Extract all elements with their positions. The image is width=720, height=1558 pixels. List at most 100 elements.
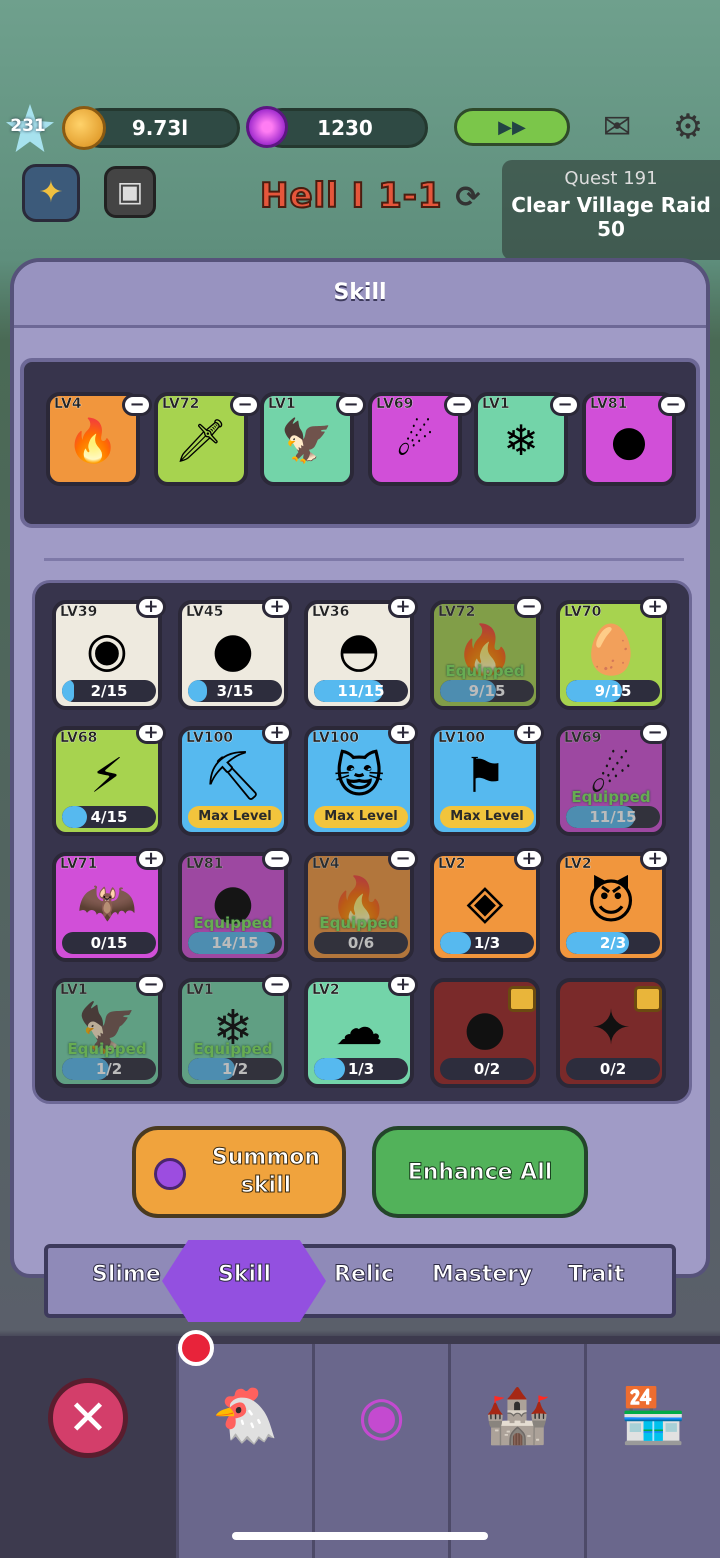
progress-bar: 11/15 — [314, 680, 408, 702]
robot-button[interactable]: ▣ — [104, 166, 156, 218]
unequip-button[interactable]: − — [336, 394, 366, 416]
progress-text: 1/3 — [347, 1060, 375, 1078]
progress-text: 9/15 — [468, 682, 506, 700]
cloud-icon: ☁ — [335, 1000, 383, 1056]
flame-sword-icon: 🗡 — [174, 416, 228, 465]
skill-level: LV72 — [438, 604, 476, 620]
progress-bar: 0/2 — [440, 1058, 534, 1080]
gem-icon — [246, 106, 288, 148]
fast-forward-icon: ▶▶ — [498, 116, 526, 138]
unequip-button[interactable]: − — [122, 394, 152, 416]
summon-gem-icon — [154, 1158, 186, 1190]
robot-icon: ▣ — [116, 175, 144, 208]
cat-slime-icon: 😺 — [333, 748, 385, 804]
equip-button[interactable]: + — [388, 722, 418, 744]
progress-text: Max Level — [324, 809, 398, 824]
unequip-button[interactable]: − — [640, 722, 670, 744]
fast-forward-button[interactable]: ▶▶ — [454, 108, 570, 146]
tab-slime[interactable]: Slime — [92, 1262, 162, 1288]
equip-button[interactable]: + — [388, 974, 418, 996]
summon-label-line1: Summon — [211, 1145, 321, 1171]
equip-button[interactable]: + — [136, 848, 166, 870]
quest-panel[interactable]: Quest 191 Clear Village Raid 50 — [502, 160, 720, 260]
equip-button[interactable]: + — [136, 722, 166, 744]
unequip-button[interactable]: − — [230, 394, 260, 416]
progress-fill — [188, 680, 207, 702]
refresh-icon[interactable]: ⟳ — [455, 180, 481, 215]
equipped-label: Equipped — [319, 914, 399, 932]
equip-button[interactable]: + — [136, 596, 166, 618]
wind-up-slime-icon: ● — [610, 416, 648, 465]
progress-bar: 2/15 — [62, 680, 156, 702]
divider — [44, 558, 684, 561]
equipped-label: Equipped — [67, 1040, 147, 1058]
close-button[interactable]: ✕ — [48, 1378, 128, 1458]
progress-text: 1/3 — [473, 934, 501, 952]
progress-bar: 4/15 — [62, 806, 156, 828]
progress-bar: 0/6 — [314, 932, 408, 954]
equip-button[interactable]: + — [262, 596, 292, 618]
equip-button[interactable]: + — [640, 596, 670, 618]
castle-icon: 🏰 — [483, 1384, 552, 1447]
progress-text: 14/15 — [211, 934, 259, 952]
progress-bar: 1/3 — [314, 1058, 408, 1080]
snowflake-icon: ❄ — [212, 1000, 254, 1056]
progress-bar: Max Level — [188, 806, 282, 828]
mail-button[interactable]: ✉ — [592, 104, 642, 150]
progress-fill — [440, 680, 497, 702]
progress-bar: Max Level — [314, 806, 408, 828]
nav-shop[interactable]: 🏪 — [584, 1344, 720, 1558]
enhance-all-label: Enhance All — [407, 1159, 553, 1185]
tab-relic[interactable]: Relic — [334, 1262, 395, 1288]
progress-fill — [188, 932, 276, 954]
skill-level: LV81 — [186, 856, 224, 872]
bat-icon: 🦇 — [77, 874, 137, 930]
tab-skill[interactable]: Skill — [217, 1262, 271, 1288]
settings-button[interactable]: ⚙ — [664, 104, 712, 150]
progress-fill — [314, 1058, 346, 1080]
notification-dot — [178, 1330, 214, 1366]
buff-menu-button[interactable]: ✦ — [22, 164, 80, 222]
equip-button[interactable]: + — [514, 848, 544, 870]
unequip-button[interactable]: − — [514, 596, 544, 618]
fire-icon: 🔥 — [329, 874, 389, 930]
unequip-button[interactable]: − — [262, 848, 292, 870]
progress-text: 0/6 — [347, 934, 375, 952]
unequip-button[interactable]: − — [550, 394, 580, 416]
progress-text: 4/15 — [90, 808, 128, 826]
equip-button[interactable]: + — [640, 848, 670, 870]
home-indicator[interactable] — [232, 1532, 488, 1540]
equip-button[interactable]: + — [388, 596, 418, 618]
nav-chicken[interactable]: 🐔 — [176, 1344, 312, 1558]
unequip-button[interactable]: − — [136, 974, 166, 996]
equipped-label: Equipped — [445, 662, 525, 680]
nav-portal[interactable]: ◉ — [312, 1344, 448, 1558]
equip-button[interactable]: + — [514, 722, 544, 744]
lock-icon — [634, 986, 662, 1012]
nav-castle[interactable]: 🏰 — [448, 1344, 584, 1558]
gem-amount: 1230 — [317, 116, 373, 140]
meteor-icon: ☄ — [396, 416, 434, 465]
summon-skill-button[interactable]: Summon skill — [132, 1126, 346, 1218]
flame-sword-icon: 🔥 — [455, 622, 515, 678]
progress-bar: 2/3 — [566, 932, 660, 954]
lightning-icon: ⚡ — [90, 748, 124, 804]
progress-text: 9/15 — [594, 682, 632, 700]
tab-mastery[interactable]: Mastery — [431, 1262, 532, 1288]
unequip-button[interactable]: − — [388, 848, 418, 870]
chicken-icon: 🐔 — [211, 1384, 280, 1447]
equip-button[interactable]: + — [262, 722, 292, 744]
gold-amount: 9.73l — [131, 116, 189, 140]
enhance-all-button[interactable]: Enhance All — [372, 1126, 588, 1218]
unequip-button[interactable]: − — [262, 974, 292, 996]
unequip-button[interactable]: − — [444, 394, 474, 416]
equipped-label: Equipped — [193, 1040, 273, 1058]
panel-title: Skill — [333, 280, 387, 305]
player-level: 231 — [10, 116, 46, 136]
progress-bar: Max Level — [440, 806, 534, 828]
tab-trait[interactable]: Trait — [567, 1262, 624, 1288]
snowflake-icon: ❄ — [503, 416, 539, 465]
skill-level: LV1 — [186, 982, 214, 998]
unequip-button[interactable]: − — [658, 394, 688, 416]
equipped-label: Equipped — [571, 788, 651, 806]
